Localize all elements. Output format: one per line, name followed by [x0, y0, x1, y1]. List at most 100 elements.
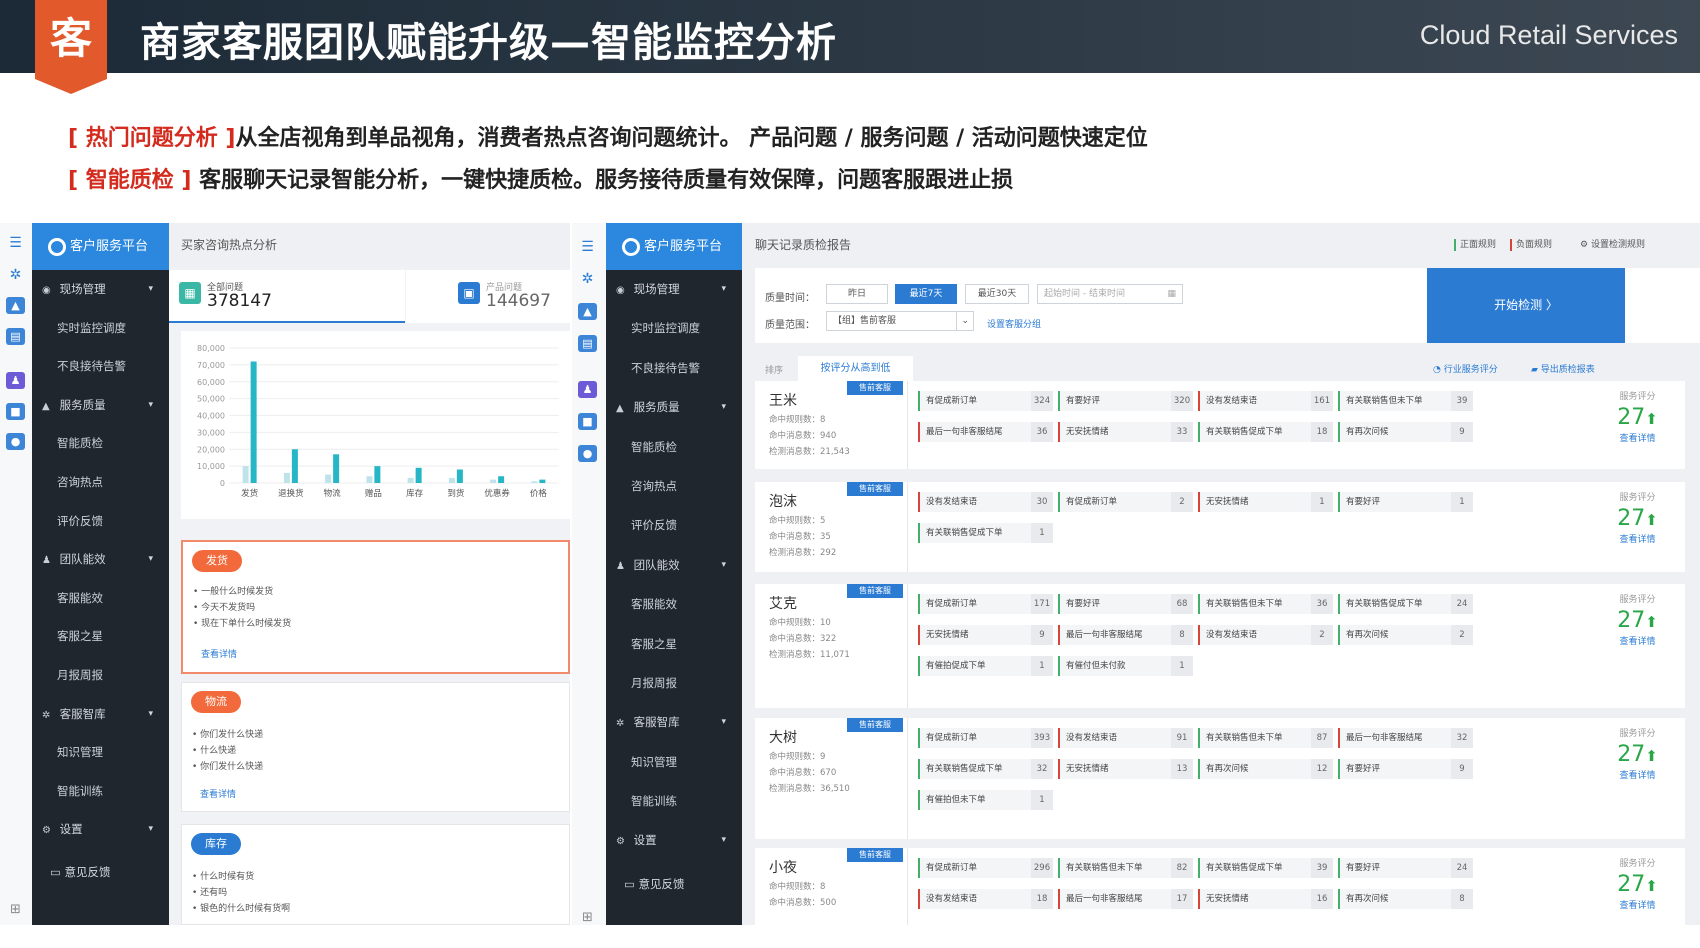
- sidebar-item[interactable]: 智能训练: [32, 772, 169, 811]
- sidebar-item[interactable]: 月报周报: [606, 664, 742, 703]
- qc-row[interactable]: 泡沫 售前客服 命中规则数：5 命中消息数：35 检测消息数：292 没有发结束语 30 有促…: [755, 482, 1685, 572]
- rule-hit-item[interactable]: 无安抚情绪 16: [1198, 889, 1333, 909]
- rule-hit-item[interactable]: 最后一句非客服结尾 36: [918, 422, 1053, 442]
- sidebar-item[interactable]: 实时监控调度: [606, 309, 742, 348]
- sidebar-group[interactable]: ▲ 服务质量 ▾: [606, 388, 742, 427]
- sidebar-item[interactable]: 智能质检: [32, 424, 169, 463]
- feedback-link[interactable]: ▭ 意见反馈: [32, 853, 169, 892]
- sidebar-item[interactable]: 咨询热点: [32, 463, 169, 502]
- rule-hit-item[interactable]: 有再次问候 8: [1338, 889, 1473, 909]
- view-detail-link[interactable]: 查看详情: [201, 647, 237, 660]
- sidebar-group[interactable]: ◉ 现场管理 ▾: [32, 270, 169, 309]
- view-detail-link[interactable]: 查看详情: [1590, 768, 1685, 781]
- sidebar-group[interactable]: ♟ 团队能效 ▾: [606, 546, 742, 585]
- sidebar-item[interactable]: 客服之星: [606, 625, 742, 664]
- rule-hit-item[interactable]: 有促成新订单 324: [918, 391, 1053, 411]
- last7-button[interactable]: 最近7天: [895, 284, 957, 304]
- rule-hit-item[interactable]: 无安抚情绪 9: [918, 625, 1053, 645]
- card-icon[interactable]: ▤: [578, 335, 597, 352]
- view-detail-link[interactable]: 查看详情: [200, 787, 236, 800]
- rule-hit-item[interactable]: 有关联销售促成下单 24: [1338, 594, 1473, 614]
- sidebar-group[interactable]: ▲ 服务质量 ▾: [32, 386, 169, 425]
- view-detail-link[interactable]: 查看详情: [1590, 634, 1685, 647]
- positive-rule-link[interactable]: 正面规则: [1454, 239, 1496, 251]
- qc-row[interactable]: 小夜 售前客服 命中规则数：8 命中消息数：500 有促成新订单 296 有关联销售但未下单…: [755, 848, 1685, 925]
- sidebar-brand[interactable]: 客户服务平台: [32, 223, 169, 270]
- sidebar-item[interactable]: 咨询热点: [606, 467, 742, 506]
- view-detail-link[interactable]: 查看详情: [1590, 532, 1685, 545]
- sidebar-group[interactable]: ♟ 团队能效 ▾: [32, 540, 169, 579]
- sidebar-item[interactable]: 智能质检: [606, 428, 742, 467]
- rule-hit-item[interactable]: 没有发结束语 91: [1058, 728, 1193, 748]
- rule-hit-item[interactable]: 有再次问候 9: [1338, 422, 1473, 442]
- scope-select[interactable]: 【组】售前客服 ⌄: [826, 311, 974, 331]
- list-icon[interactable]: ☰: [578, 239, 597, 256]
- industry-score-link[interactable]: ◔ 行业服务评分: [1433, 362, 1498, 375]
- rule-hit-item[interactable]: 有催付但未付款 1: [1058, 656, 1193, 676]
- sort-option[interactable]: 按评分从高到低: [798, 356, 913, 382]
- rule-hit-item[interactable]: 无安抚情绪 1: [1198, 492, 1333, 512]
- yesterday-button[interactable]: 昨日: [826, 284, 888, 304]
- sidebar-item[interactable]: 知识管理: [606, 743, 742, 782]
- rule-hit-item[interactable]: 最后一句非客服结尾 32: [1338, 728, 1473, 748]
- stat-product-questions[interactable]: ▣ 产品问题 144697: [406, 270, 570, 323]
- grid-icon[interactable]: ⊞: [578, 909, 597, 925]
- rule-hit-item[interactable]: 有关联销售促成下单 1: [918, 523, 1053, 543]
- qc-row[interactable]: 艾克 售前客服 命中规则数：10 命中消息数：322 检测消息数：11,071 有促成新订…: [755, 584, 1685, 708]
- card-icon[interactable]: ▤: [6, 328, 25, 345]
- rule-hit-item[interactable]: 没有发结束语 30: [918, 492, 1053, 512]
- rule-hit-item[interactable]: 有促成新订单 296: [918, 858, 1053, 878]
- qc-row[interactable]: 大树 售前客服 命中规则数：9 命中消息数：670 检测消息数：36,510 有促成新订单…: [755, 718, 1685, 839]
- swirl-icon[interactable]: ✲: [6, 267, 25, 284]
- list-icon[interactable]: ☰: [6, 235, 25, 252]
- sidebar-group[interactable]: ⚙ 设置 ▾: [606, 821, 742, 860]
- rule-hit-item[interactable]: 有要好评 24: [1338, 858, 1473, 878]
- sidebar-item[interactable]: 客服能效: [32, 579, 169, 618]
- sidebar-group[interactable]: ✲ 客服智库 ▾: [32, 695, 169, 734]
- rule-hit-item[interactable]: 有要好评 68: [1058, 594, 1193, 614]
- sidebar-item[interactable]: 实时监控调度: [32, 309, 169, 348]
- group-settings-link[interactable]: 设置客服分组: [987, 317, 1041, 330]
- rule-hit-item[interactable]: 有要好评 320: [1058, 391, 1193, 411]
- rule-hit-item[interactable]: 没有发结束语 18: [918, 889, 1053, 909]
- stat-all-questions[interactable]: ▦ 全部问题 378147: [169, 270, 405, 323]
- rule-hit-item[interactable]: 有促成新订单 171: [918, 594, 1053, 614]
- chat-icon[interactable]: ●: [578, 445, 597, 462]
- hot-topic-shipping[interactable]: 发货 • 一般什么时候发货 • 今天不发货吗 • 现在下单什么时候发货 查看详情: [181, 540, 570, 674]
- start-check-button[interactable]: 开始检测 〉: [1427, 268, 1625, 343]
- rule-hit-item[interactable]: 有再次问候 2: [1338, 625, 1473, 645]
- swirl-icon[interactable]: ✲: [578, 271, 597, 288]
- rule-hit-item[interactable]: 无安抚情绪 33: [1058, 422, 1193, 442]
- sidebar-item[interactable]: 不良接待告警: [32, 347, 169, 386]
- last30-button[interactable]: 最近30天: [965, 284, 1029, 304]
- rule-hit-item[interactable]: 有关联销售但未下单 39: [1338, 391, 1473, 411]
- negative-rule-link[interactable]: 负面规则: [1510, 239, 1552, 251]
- bag-icon[interactable]: ▲: [578, 303, 597, 320]
- sidebar-item[interactable]: 不良接待告警: [606, 349, 742, 388]
- rule-hit-item[interactable]: 有关联销售但未下单 87: [1198, 728, 1333, 748]
- chat-icon[interactable]: ●: [6, 433, 25, 450]
- rule-hit-item[interactable]: 有关联销售但未下单 82: [1058, 858, 1193, 878]
- sidebar-item[interactable]: 客服能效: [606, 585, 742, 624]
- screen-icon[interactable]: ■: [6, 403, 25, 420]
- sidebar-item[interactable]: 智能训练: [606, 782, 742, 821]
- rule-hit-item[interactable]: 有促成新订单 2: [1058, 492, 1193, 512]
- sidebar-item[interactable]: 评价反馈: [32, 502, 169, 541]
- sidebar-item[interactable]: 评价反馈: [606, 506, 742, 545]
- sidebar-group[interactable]: ✲ 客服智库 ▾: [606, 703, 742, 742]
- export-report-link[interactable]: ▰ 导出质检报表: [1531, 362, 1595, 375]
- rule-hit-item[interactable]: 有关联销售促成下单 39: [1198, 858, 1333, 878]
- rule-hit-item[interactable]: 没有发结束语 2: [1198, 625, 1333, 645]
- rule-hit-item[interactable]: 有要好评 1: [1338, 492, 1473, 512]
- user-icon[interactable]: ♟: [6, 372, 25, 389]
- rule-hit-item[interactable]: 没有发结束语 161: [1198, 391, 1333, 411]
- hot-topic-stock[interactable]: 库存 • 什么时候有货 • 还有吗 • 银色的什么时候有货啊: [181, 824, 570, 925]
- user-icon[interactable]: ♟: [578, 381, 597, 398]
- rule-hit-item[interactable]: 有催拍但未下单 1: [918, 790, 1053, 810]
- rule-hit-item[interactable]: 有再次问候 12: [1198, 759, 1333, 779]
- rule-hit-item[interactable]: 有促成新订单 393: [918, 728, 1053, 748]
- rule-hit-item[interactable]: 最后一句非客服结尾 8: [1058, 625, 1193, 645]
- grid-icon[interactable]: ⊞: [6, 901, 25, 918]
- feedback-link[interactable]: ▭ 意见反馈: [606, 865, 742, 904]
- sidebar-item[interactable]: 月报周报: [32, 656, 169, 695]
